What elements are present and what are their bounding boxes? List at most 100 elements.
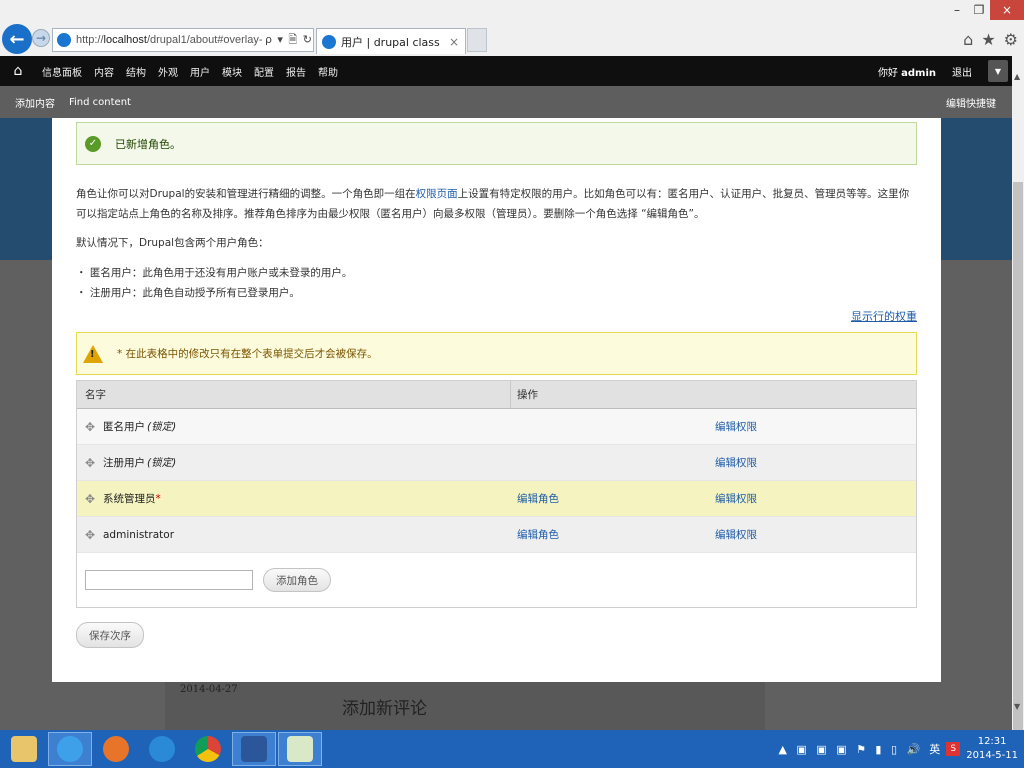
edit-permissions-link[interactable]: 编辑权限 (715, 529, 757, 541)
back-arrow-icon: ← (9, 28, 25, 50)
menu-item-help[interactable]: 帮助 (312, 64, 344, 79)
url-prefix: http:// (76, 34, 104, 46)
home-icon[interactable]: ⌂ (963, 30, 973, 49)
new-role-name-input[interactable] (85, 570, 253, 590)
chrome-icon (195, 736, 221, 762)
toolbar-home-icon[interactable]: ⌂ (0, 63, 36, 79)
edit-role-link[interactable]: 编辑角色 (517, 493, 559, 505)
menu-item-dashboard[interactable]: 信息面板 (36, 64, 88, 79)
changed-marker: * (155, 492, 161, 505)
edit-shortcuts-link[interactable]: 编辑快捷键 (946, 95, 996, 110)
drag-handle-icon[interactable]: ✥ (85, 457, 95, 469)
forward-arrow-icon: → (35, 31, 47, 45)
ie-icon (57, 33, 71, 47)
edit-role-link[interactable]: 编辑角色 (517, 529, 559, 541)
firefox-icon (103, 736, 129, 762)
settings-gear-icon[interactable]: ⚙ (1004, 30, 1018, 49)
save-order-button[interactable]: 保存次序 (76, 622, 144, 648)
window-controls: – ❐ × (946, 0, 1024, 20)
admin-toolbar: ⌂ 信息面板 内容 结构 外观 用户 模块 配置 报告 帮助 你好 admin … (0, 56, 1012, 86)
window-close-button[interactable]: × (990, 0, 1024, 20)
roles-table: 名字 操作 ✥ 匿名用户 (锁定) 编辑权限 ✥ 注册用户 (锁定) 编辑权限 ✥ 系统管… (76, 380, 917, 608)
shortcut-find-content[interactable]: Find content (69, 97, 131, 108)
menu-item-content[interactable]: 内容 (88, 64, 120, 79)
taskbar-internet-explorer[interactable] (48, 732, 92, 766)
menu-item-people[interactable]: 用户 (184, 64, 216, 79)
logout-link[interactable]: 退出 (952, 64, 972, 79)
drag-handle-icon[interactable]: ✥ (85, 529, 95, 541)
taskbar-chrome[interactable] (186, 732, 230, 766)
forward-button[interactable]: → (32, 29, 50, 47)
role-name: administrator (103, 528, 175, 541)
show-row-weights-link[interactable]: 显示行的权重 (851, 308, 917, 324)
minimize-button[interactable]: – (946, 0, 968, 20)
add-role-button[interactable]: 添加角色 (263, 568, 331, 592)
intro-text-1: 角色让你可以对Drupal的安装和管理进行精细的调整。一个角色即一组在 (76, 188, 416, 200)
tray-icons[interactable]: ▲ ▣ ▣ ▣ ⚑ ▮ ▯ 🔊 (778, 743, 923, 756)
shortcut-add-content[interactable]: 添加内容 (15, 95, 55, 110)
menu-item-modules[interactable]: 模块 (216, 64, 248, 79)
tab-close-icon[interactable]: × (449, 35, 459, 49)
menu-item-structure[interactable]: 结构 (120, 64, 152, 79)
browser-chrome: ← → http://localhost/drupal1/about#overl… (0, 0, 1024, 56)
taskbar-app-s[interactable] (140, 732, 184, 766)
new-tab-button[interactable] (467, 28, 487, 52)
clock-date: 2014-5-11 (966, 750, 1018, 761)
menu-item-appearance[interactable]: 外观 (152, 64, 184, 79)
table-header: 名字 操作 (77, 381, 916, 409)
url-text[interactable]: http://localhost/drupal1/about#overlay-c… (76, 34, 263, 46)
menu-item-configuration[interactable]: 配置 (248, 64, 280, 79)
column-header-operations: 操作 (517, 389, 538, 401)
default-roles-list: 匿名用户：此角色用于还没有用户账户或未登录的用户。 注册用户：此角色自动授予所有… (76, 263, 353, 303)
edit-permissions-link[interactable]: 编辑权限 (715, 457, 757, 469)
s-tray-icon[interactable]: S (946, 742, 961, 756)
system-tray: ▲ ▣ ▣ ▣ ⚑ ▮ ▯ 🔊 英 S 12:31 2014-5-11 (778, 735, 1024, 763)
username-link[interactable]: admin (901, 68, 936, 79)
edit-permissions-link[interactable]: 编辑权限 (715, 421, 757, 433)
taskbar-file-explorer[interactable] (2, 732, 46, 766)
word-icon (241, 736, 267, 762)
scrollbar-thumb[interactable] (1013, 182, 1023, 752)
greeting: 你好 admin (878, 64, 936, 79)
table-row: ✥ 匿名用户 (锁定) 编辑权限 (77, 409, 916, 445)
add-role-row: 添加角色 (77, 553, 916, 607)
table-row: ✥ 注册用户 (锁定) 编辑权限 (77, 445, 916, 481)
taskbar-firefox[interactable] (94, 732, 138, 766)
taskbar-chart-app[interactable] (278, 732, 322, 766)
status-message: ✓ 已新增角色。 (76, 122, 917, 165)
clock[interactable]: 12:31 2014-5-11 (966, 735, 1018, 763)
table-row: ✥ 系统管理员 * 编辑角色 编辑权限 (77, 481, 916, 517)
column-header-name: 名字 (77, 381, 511, 408)
clock-time: 12:31 (977, 736, 1007, 747)
toolbar-drawer-toggle[interactable]: ▼ (988, 60, 1008, 82)
restore-button[interactable]: ❐ (968, 0, 990, 20)
browser-tab[interactable]: 用户 | drupal class × (316, 28, 466, 54)
page-scrollbar[interactable]: ▲ ▼ (1012, 56, 1024, 752)
favorites-icon[interactable]: ★ (981, 30, 995, 49)
scroll-up-icon[interactable]: ▲ (1014, 72, 1020, 81)
locked-label: (锁定) (147, 421, 177, 433)
list-item: 注册用户：此角色自动授予所有已登录用户。 (76, 283, 352, 303)
scroll-down-icon[interactable]: ▼ (1014, 702, 1020, 711)
role-name: 匿名用户 (103, 421, 145, 433)
edit-permissions-link[interactable]: 编辑权限 (715, 493, 757, 505)
address-bar[interactable]: http://localhost/drupal1/about#overlay-c… (52, 28, 314, 52)
role-name: 注册用户 (103, 457, 145, 469)
permissions-page-link[interactable]: 权限页面 (416, 188, 458, 200)
list-item: 匿名用户：此角色用于还没有用户账户或未登录的用户。 (76, 263, 353, 283)
back-button[interactable]: ← (2, 24, 32, 54)
default-roles-paragraph: 默认情况下，Drupal包含两个用户角色： (76, 237, 269, 249)
url-host: localhost (103, 34, 147, 46)
background-node (165, 682, 765, 730)
greeting-prefix: 你好 (877, 67, 902, 79)
menu-item-reports[interactable]: 报告 (280, 64, 312, 79)
background-date: 2014-04-27 (180, 684, 238, 695)
taskbar: ▲ ▣ ▣ ▣ ⚑ ▮ ▯ 🔊 英 S 12:31 2014-5-11 (0, 730, 1024, 768)
taskbar-word[interactable] (232, 732, 276, 766)
drag-handle-icon[interactable]: ✥ (85, 493, 95, 505)
ime-indicator[interactable]: 英 (929, 741, 940, 757)
warning-message: ! * 在此表格中的修改只有在整个表单提交后才会被保存。 (76, 332, 917, 375)
drag-handle-icon[interactable]: ✥ (85, 421, 95, 433)
address-bar-icons[interactable]: ρ ▾ 🗎 ↻ (265, 31, 313, 50)
toolbar-user: 你好 admin 退出 ▼ (878, 60, 1012, 82)
